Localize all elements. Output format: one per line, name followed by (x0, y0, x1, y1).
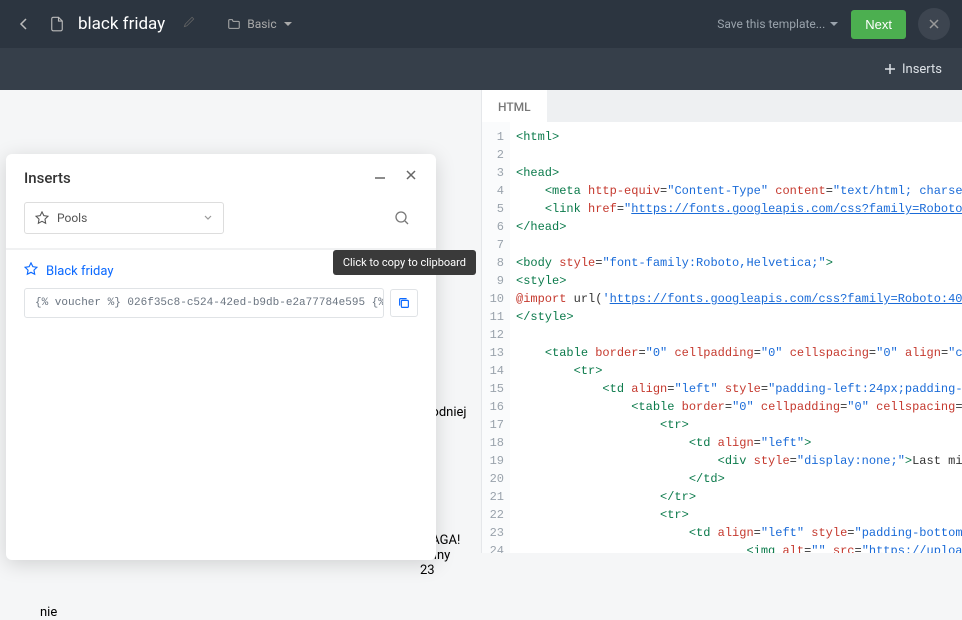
line-gutter: 1234567891011121314151617181920212223242… (482, 122, 510, 553)
folder-selector[interactable]: Basic (227, 17, 292, 31)
minimize-icon[interactable] (372, 168, 388, 188)
save-template-button[interactable]: Save this template... (717, 17, 839, 31)
editor-tabs: HTML (482, 90, 962, 122)
page-title: black friday (78, 14, 165, 34)
next-button[interactable]: Next (851, 10, 906, 39)
insert-item: Click to copy to clipboard Black friday … (6, 250, 436, 330)
panel-title: Inserts (24, 169, 71, 187)
pools-dropdown[interactable]: Pools (24, 202, 224, 234)
close-panel-icon[interactable] (404, 168, 418, 188)
file-icon (48, 15, 66, 33)
inserts-panel: Inserts Pools (6, 154, 436, 560)
insert-code[interactable]: {% voucher %} 026f35c8-c524-42ed-b9db-e2… (24, 288, 384, 318)
chevron-down-icon (203, 211, 213, 225)
search-button[interactable] (386, 202, 418, 234)
subheader: Inserts (0, 48, 962, 90)
edit-title-icon[interactable] (183, 16, 195, 32)
code-editor[interactable]: 1234567891011121314151617181920212223242… (482, 122, 962, 553)
folder-label: Basic (247, 17, 276, 31)
preview-column: {% endfo modnieju. WAGA!dziny 23 nie Ins… (0, 90, 481, 553)
copy-button[interactable] (390, 289, 418, 317)
star-icon[interactable] (24, 262, 38, 280)
copy-tooltip: Click to copy to clipboard (333, 250, 476, 275)
code-editor-column: HTML 12345678910111213141516171819202122… (481, 90, 962, 553)
insert-name[interactable]: Black friday (46, 264, 114, 279)
close-button[interactable] (918, 8, 950, 40)
preview-fragment: nie (40, 605, 57, 620)
code-content[interactable]: <html><head> <meta http-equiv="Content-T… (510, 122, 962, 553)
app-header: black friday Basic Save this template...… (0, 0, 962, 48)
back-button[interactable] (12, 12, 36, 36)
inserts-button[interactable]: Inserts (884, 62, 942, 77)
tab-html[interactable]: HTML (482, 90, 547, 122)
